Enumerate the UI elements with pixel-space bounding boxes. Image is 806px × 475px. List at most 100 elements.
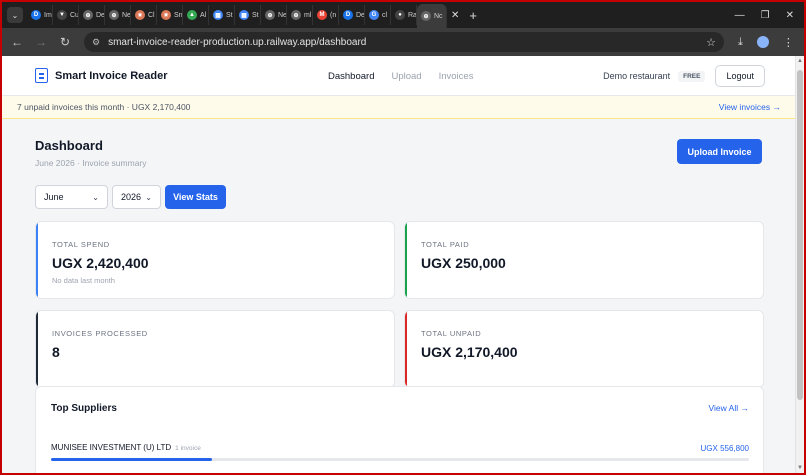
download-icon[interactable]: ⤓ <box>738 36 743 49</box>
tab-favicon-icon: G <box>369 10 379 20</box>
back-icon[interactable]: ← <box>8 35 26 49</box>
section-title: Top Suppliers <box>51 403 117 414</box>
browser-tab[interactable]: ● Ra <box>391 5 417 25</box>
card-value: 8 <box>52 344 60 360</box>
view-stats-button[interactable]: View Stats <box>165 185 226 209</box>
tab-favicon-icon: D <box>343 10 353 20</box>
maximize-icon[interactable]: ❐ <box>761 10 770 21</box>
tab-label: Im <box>44 11 52 19</box>
card-note: No data last month <box>52 276 115 285</box>
browser-window: ⌄ D Im ▼ Cu ⊕ De ⊕ Ne ✷ Cl ✷ Sn ▲ Al ▦ St ▦ St ⊕ Ne ⊕ ml M (n D D… <box>2 2 804 473</box>
tab-label: Sn <box>174 11 183 19</box>
tab-label: De <box>356 11 365 19</box>
nav-invoices[interactable]: Invoices <box>439 71 474 82</box>
url-text: smart-invoice-reader-production.up.railw… <box>108 36 367 48</box>
browser-tab[interactable]: M (n <box>313 5 339 25</box>
banner-message: 7 unpaid invoices this month · UGX 2,170… <box>17 102 191 112</box>
tab-label: Al <box>200 11 207 19</box>
tab-favicon-icon: M <box>317 10 327 20</box>
browser-tab[interactable]: D De <box>339 5 365 25</box>
browser-tab[interactable]: ✷ Sn <box>157 5 183 25</box>
new-tab-icon[interactable]: + <box>469 8 477 23</box>
page-viewport: Smart Invoice Reader Dashboard Upload In… <box>2 56 795 473</box>
browser-tab[interactable]: ⊕ Ne <box>261 5 287 25</box>
unpaid-banner: 7 unpaid invoices this month · UGX 2,170… <box>2 96 795 119</box>
view-invoices-link[interactable]: View invoices → <box>719 102 781 112</box>
browser-tab[interactable]: Gcl <box>365 5 391 25</box>
browser-tab[interactable]: ▦ St <box>209 5 235 25</box>
app-header: Smart Invoice Reader Dashboard Upload In… <box>2 56 795 96</box>
tab-search-icon[interactable]: ⌄ <box>7 7 23 23</box>
tab-favicon-icon: ✷ <box>161 10 171 20</box>
card-accent <box>405 222 407 298</box>
scroll-up-icon[interactable]: ▲ <box>797 58 803 64</box>
chevron-down-icon: ⌄ <box>145 192 152 202</box>
card-label: TOTAL SPEND <box>52 240 110 249</box>
tab-favicon-icon: ⊕ <box>265 10 275 20</box>
tab-label: cl <box>382 11 388 19</box>
browser-tab[interactable]: ▼ Cu <box>53 5 79 25</box>
browser-tab[interactable]: D Im <box>27 5 53 25</box>
tab-label: Cl <box>148 11 155 19</box>
page-scrollbar[interactable]: ▲ ▼ <box>795 56 804 473</box>
tab-favicon-icon: D <box>31 10 41 20</box>
supplier-name[interactable]: MUNISEE INVESTMENT (U) LTD 1 invoice <box>51 443 201 452</box>
browser-tab[interactable]: ⊕ Nc <box>417 4 447 28</box>
browser-menu-icon[interactable]: ⋮ <box>783 36 794 49</box>
tab-favicon-icon: ⊕ <box>421 11 431 21</box>
tab-list: D Im ▼ Cu ⊕ De ⊕ Ne ✷ Cl ✷ Sn ▲ Al ▦ St ▦ St ⊕ Ne ⊕ ml M (n D De G… <box>27 2 447 28</box>
tab-label: Nc <box>434 12 443 20</box>
tab-favicon-icon: ⊕ <box>291 10 301 20</box>
tab-label: Ne <box>122 11 131 19</box>
nav-upload[interactable]: Upload <box>391 71 421 82</box>
url-input[interactable]: ⚙ smart-invoice-reader-production.up.rai… <box>84 32 724 52</box>
top-suppliers-panel: Top Suppliers View All → MUNISEE INVESTM… <box>35 386 764 473</box>
browser-tab[interactable]: ⊕ Ne <box>105 5 131 25</box>
account-area: Demo restaurant FREE Logout <box>603 65 765 87</box>
year-select[interactable]: 2026 ⌄ <box>112 185 161 209</box>
invoice-logo-icon <box>35 68 48 83</box>
page-title: Dashboard <box>35 138 103 153</box>
view-all-link[interactable]: View All → <box>709 403 749 413</box>
logout-button[interactable]: Logout <box>715 65 765 87</box>
supplier-amount: UGX 556,800 <box>700 444 749 453</box>
card-accent <box>36 311 38 387</box>
year-value: 2026 <box>121 192 142 202</box>
browser-tab[interactable]: ▲ Al <box>183 5 209 25</box>
scrollbar-thumb[interactable] <box>797 70 803 400</box>
tab-label: ml <box>304 11 312 19</box>
tab-label: St <box>252 11 259 19</box>
tab-favicon-icon: ⊕ <box>109 10 119 20</box>
forward-icon[interactable]: → <box>32 35 50 49</box>
stat-card-total-spend: TOTAL SPEND UGX 2,420,400 No data last m… <box>35 221 395 299</box>
browser-tab[interactable]: ⊕ De <box>79 5 105 25</box>
scroll-down-icon[interactable]: ▼ <box>797 465 803 471</box>
reload-icon[interactable]: ↻ <box>56 35 74 49</box>
brand[interactable]: Smart Invoice Reader <box>35 68 168 83</box>
close-window-icon[interactable]: ✕ <box>786 10 794 21</box>
site-info-icon[interactable]: ⚙ <box>92 37 100 48</box>
upload-invoice-button[interactable]: Upload Invoice <box>677 139 762 164</box>
tab-label: De <box>96 11 105 19</box>
browser-tab[interactable]: ▦ St <box>235 5 261 25</box>
account-name: Demo restaurant <box>603 71 671 81</box>
brand-name: Smart Invoice Reader <box>55 69 168 82</box>
browser-tab[interactable]: ⊕ ml <box>287 5 313 25</box>
profile-avatar[interactable] <box>756 36 769 48</box>
nav-dashboard[interactable]: Dashboard <box>328 71 374 82</box>
close-tab-icon[interactable]: ✕ <box>451 10 459 21</box>
browser-tab[interactable]: ✷ Cl <box>131 5 157 25</box>
stat-card-total-paid: TOTAL PAID UGX 250,000 <box>404 221 764 299</box>
tab-favicon-icon: ▦ <box>213 10 223 20</box>
window-controls: — ❐ ✕ <box>735 10 794 21</box>
minimize-icon[interactable]: — <box>735 10 745 21</box>
bookmark-star-icon[interactable]: ☆ <box>706 36 716 49</box>
page-subtitle: June 2026 · Invoice summary <box>35 158 147 168</box>
supplier-name-text: MUNISEE INVESTMENT (U) LTD <box>51 443 172 452</box>
tab-favicon-icon: ▲ <box>187 10 197 20</box>
main-nav: Dashboard Upload Invoices <box>328 71 473 82</box>
month-select[interactable]: June ⌄ <box>35 185 108 209</box>
supplier-share-bar <box>51 458 749 461</box>
tab-favicon-icon: ● <box>395 10 405 20</box>
stat-card-total-unpaid: TOTAL UNPAID UGX 2,170,400 <box>404 310 764 388</box>
